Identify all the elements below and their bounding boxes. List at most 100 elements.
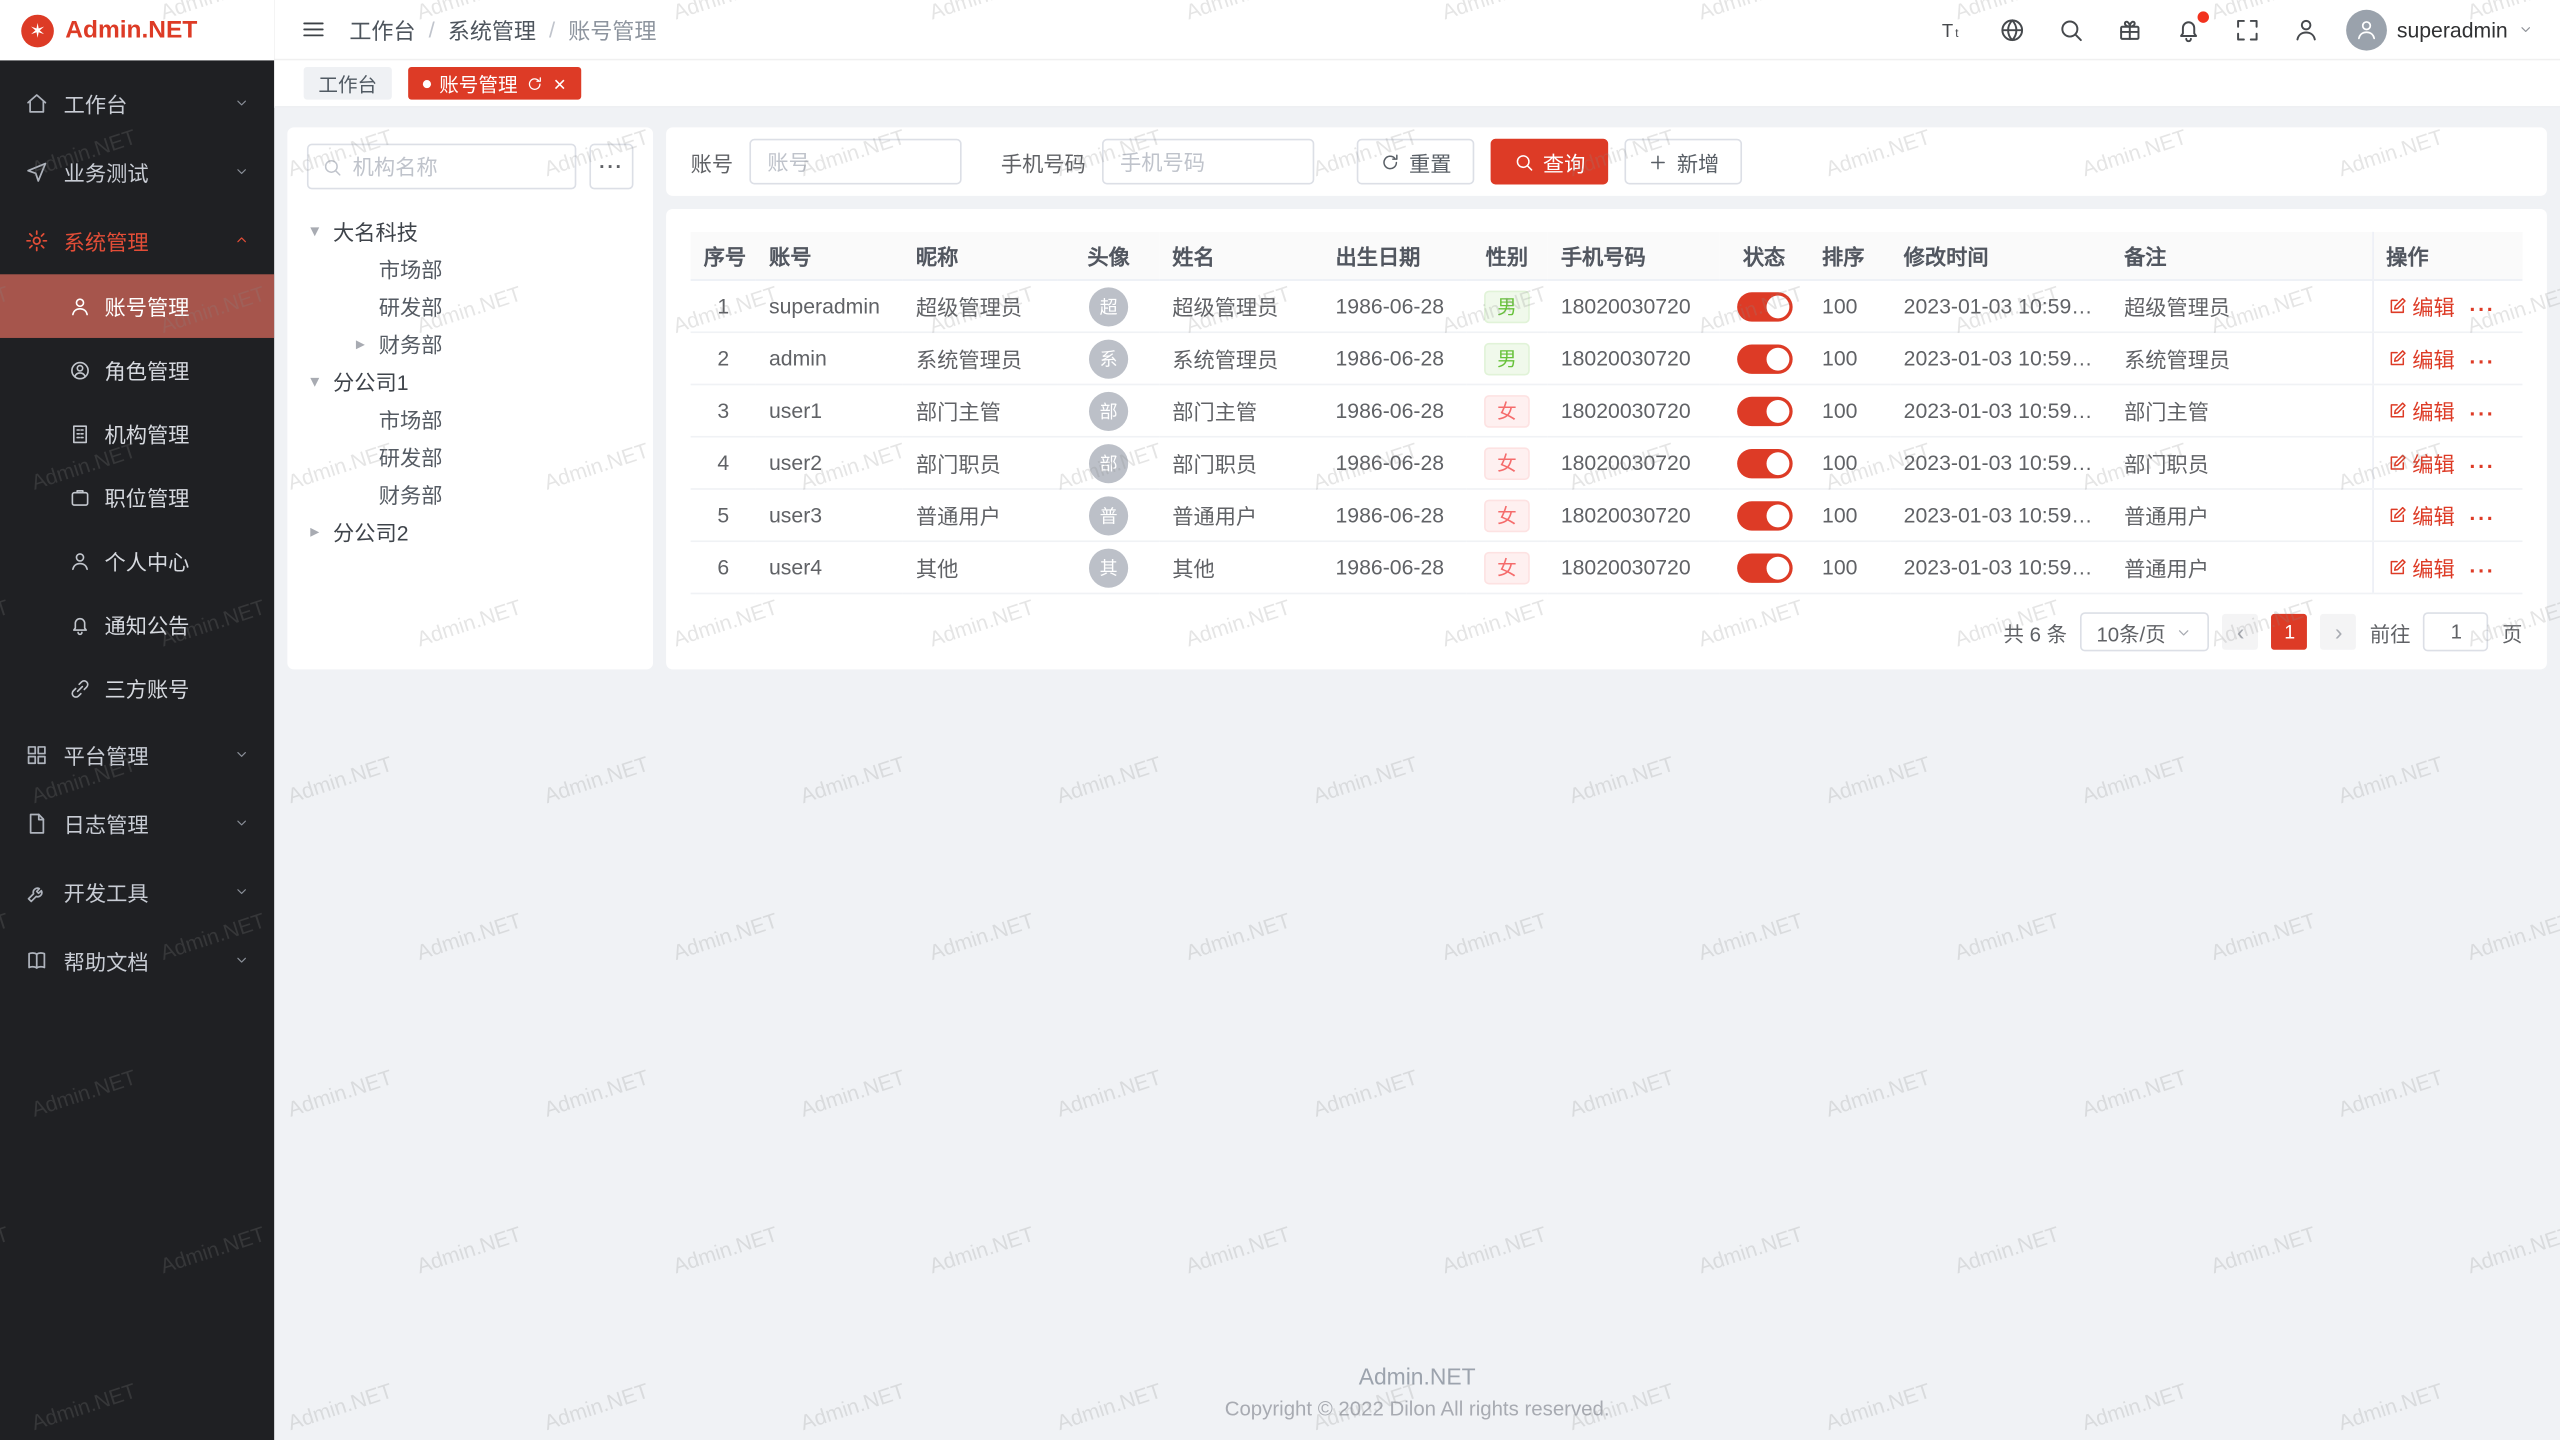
bell-icon	[69, 613, 92, 636]
caret-right-icon[interactable]: ▸	[310, 521, 333, 542]
org-more-button[interactable]: ···	[589, 144, 633, 190]
edit-button[interactable]: 编辑	[2386, 500, 2455, 531]
sidebar-item[interactable]: 帮助文档	[0, 926, 274, 995]
time-cell: 2023-01-03 10:59:44	[1891, 541, 2111, 593]
edit-icon	[2386, 296, 2407, 317]
sidebar-subitem[interactable]: 角色管理	[0, 338, 274, 402]
font-size-icon: Tt	[1940, 16, 1968, 44]
font-size-button[interactable]: Tt	[1940, 16, 1968, 44]
breadcrumb-item[interactable]: 账号管理	[568, 13, 656, 46]
caret-right-icon[interactable]: ▸	[356, 333, 379, 354]
tree-node[interactable]: 研发部	[307, 287, 634, 325]
tree-node[interactable]: 研发部	[307, 438, 634, 476]
sidebar-subitem[interactable]: 通知公告	[0, 593, 274, 657]
theme-icon	[2116, 16, 2144, 44]
logo[interactable]: ✶ Admin.NET	[0, 0, 274, 60]
status-toggle[interactable]	[1736, 396, 1792, 425]
current-page[interactable]: 1	[2272, 614, 2308, 650]
caret-down-icon[interactable]: ▾	[310, 371, 333, 392]
reset-button[interactable]: 重置	[1357, 139, 1475, 185]
goto-label: 前往	[2370, 616, 2411, 647]
status-toggle[interactable]	[1736, 344, 1792, 373]
breadcrumb-item[interactable]: 工作台	[349, 13, 415, 46]
edit-icon	[2386, 400, 2407, 421]
tab-item[interactable]: 工作台	[304, 67, 392, 100]
edit-button[interactable]: 编辑	[2386, 343, 2455, 374]
sort-cell: 100	[1809, 489, 1891, 541]
edit-label: 编辑	[2412, 343, 2454, 374]
sidebar-subitem[interactable]: 个人中心	[0, 529, 274, 593]
gear-icon	[24, 228, 48, 252]
avatar-cell: 普	[1058, 489, 1159, 541]
tree-node[interactable]: 财务部	[307, 475, 634, 513]
globe-button[interactable]	[1998, 16, 2026, 44]
sidebar-item[interactable]: 平台管理	[0, 720, 274, 789]
user-menu[interactable]: superadmin	[2346, 9, 2534, 50]
goto-page-input[interactable]	[2424, 612, 2489, 651]
breadcrumb-item[interactable]: 系统管理	[448, 13, 536, 46]
add-label: 新增	[1677, 146, 1719, 177]
remark-cell: 普通用户	[2111, 541, 2372, 593]
column-sort: 排序	[1809, 232, 1891, 280]
tree-node[interactable]: 市场部	[307, 400, 634, 438]
tree-node[interactable]: ▾大名科技	[307, 212, 634, 250]
tree-node[interactable]: ▸财务部	[307, 325, 634, 363]
search-icon	[2057, 16, 2085, 44]
org-search-input[interactable]	[309, 154, 575, 178]
account-cell: user3	[756, 489, 903, 541]
post-icon	[69, 486, 92, 509]
chevron-down-icon	[2518, 21, 2534, 37]
user-icon	[69, 295, 92, 318]
breadcrumb-separator: /	[549, 17, 555, 41]
accounts-table: 序号账号昵称头像姓名出生日期性别手机号码状态排序修改时间备注操作1superad…	[691, 232, 2523, 594]
more-icon[interactable]: ···	[2469, 297, 2495, 321]
tree-node[interactable]: ▾分公司1	[307, 362, 634, 400]
sidebar-subitem[interactable]: 账号管理	[0, 274, 274, 338]
account-input[interactable]	[749, 139, 961, 185]
theme-button[interactable]	[2116, 16, 2144, 44]
status-toggle[interactable]	[1736, 500, 1792, 529]
birth-cell: 1986-06-28	[1322, 437, 1466, 489]
caret-down-icon[interactable]: ▾	[310, 220, 333, 241]
tree-node[interactable]: ▸分公司2	[307, 513, 634, 551]
status-toggle[interactable]	[1736, 291, 1792, 320]
edit-button[interactable]: 编辑	[2386, 447, 2455, 478]
status-toggle[interactable]	[1736, 553, 1792, 582]
more-icon[interactable]: ···	[2469, 558, 2495, 582]
edit-button[interactable]: 编辑	[2386, 291, 2455, 322]
sidebar-item[interactable]: 工作台	[0, 69, 274, 138]
sidebar-item[interactable]: 业务测试	[0, 137, 274, 206]
page-size-select[interactable]: 10条/页	[2080, 612, 2210, 651]
hamburger-icon[interactable]	[300, 16, 326, 42]
phone-input[interactable]	[1102, 139, 1314, 185]
close-icon[interactable]: ×	[554, 73, 566, 94]
tab-active[interactable]: 账号管理×	[408, 67, 580, 100]
sidebar-item[interactable]: 系统管理	[0, 206, 274, 275]
more-icon[interactable]: ···	[2469, 506, 2495, 530]
index-cell: 3	[691, 384, 756, 436]
column-status: 状态	[1719, 232, 1809, 280]
user-button[interactable]	[2292, 16, 2320, 44]
edit-button[interactable]: 编辑	[2386, 395, 2455, 426]
next-page-button[interactable]: ›	[2321, 614, 2357, 650]
more-icon[interactable]: ···	[2469, 402, 2495, 426]
fullscreen-button[interactable]	[2234, 16, 2262, 44]
bell-button[interactable]	[2175, 16, 2203, 44]
footer: Admin.NET Copyright © 2022 Dilon All rig…	[274, 1363, 2560, 1420]
sidebar-subitem[interactable]: 职位管理	[0, 465, 274, 529]
edit-button[interactable]: 编辑	[2386, 552, 2455, 583]
more-icon[interactable]: ···	[2469, 454, 2495, 478]
sidebar-subitem[interactable]: 机构管理	[0, 402, 274, 466]
more-icon[interactable]: ···	[2469, 349, 2495, 373]
search-button[interactable]: 查询	[1491, 139, 1609, 185]
sidebar-subitem[interactable]: 三方账号	[0, 656, 274, 720]
footer-title: Admin.NET	[274, 1363, 2560, 1389]
prev-page-button[interactable]: ‹	[2223, 614, 2259, 650]
sidebar-item[interactable]: 开发工具	[0, 857, 274, 926]
tree-node[interactable]: 市场部	[307, 250, 634, 288]
add-button[interactable]: 新增	[1625, 139, 1743, 185]
sidebar-item[interactable]: 日志管理	[0, 789, 274, 858]
sidebar-item-label: 平台管理	[64, 739, 219, 770]
status-toggle[interactable]	[1736, 448, 1792, 477]
search-button[interactable]	[2057, 16, 2085, 44]
